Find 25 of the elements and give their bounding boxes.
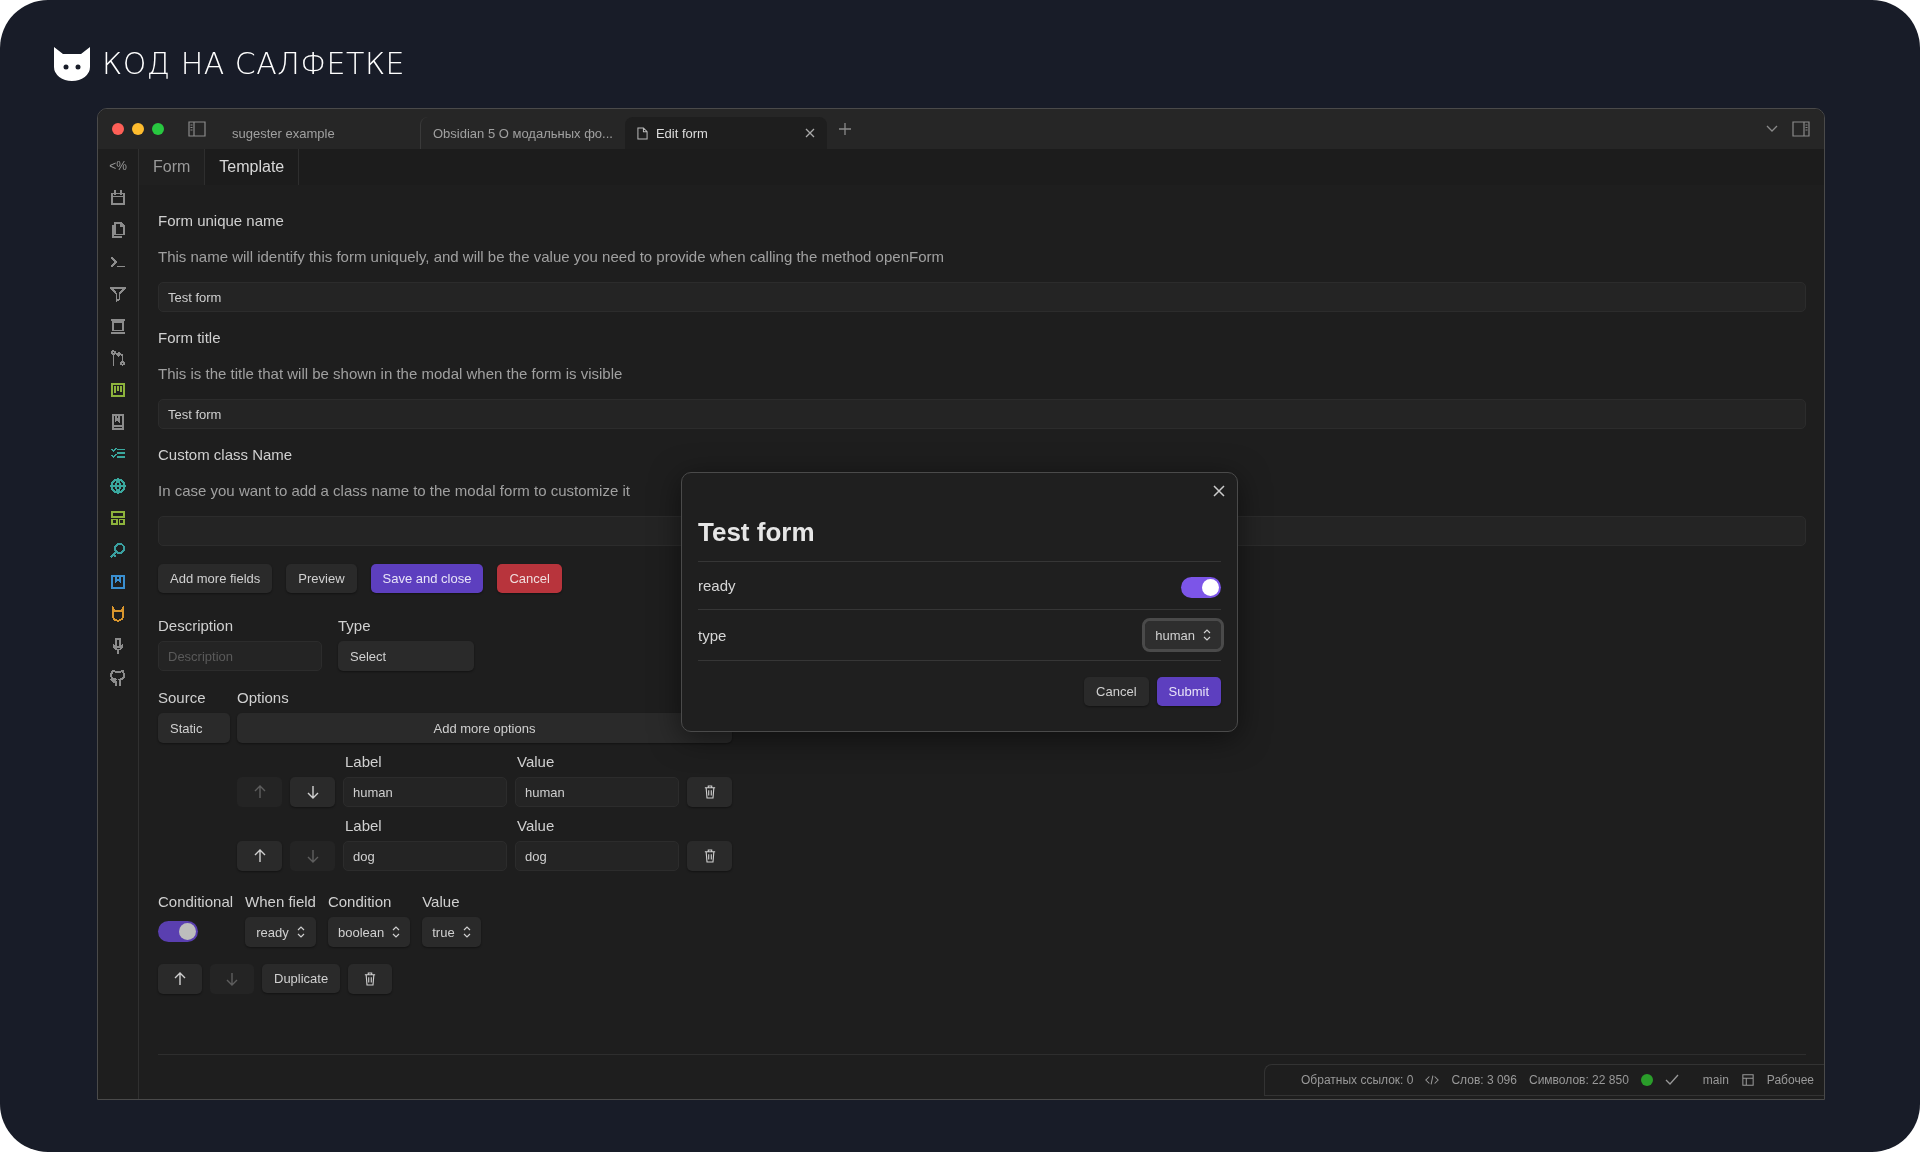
character-count: Символов: 22 850 — [1529, 1073, 1629, 1087]
modal-title: Test form — [698, 517, 816, 548]
brand-name: КОД НА САЛФЕТКЕ — [102, 45, 406, 81]
column-heading: Value — [517, 817, 555, 834]
field-label: Source — [158, 689, 207, 706]
setting-description: This name will identify this form uniquely, and will be the value you need to provide when calling the method openForm — [158, 248, 944, 265]
field-label: Type — [338, 617, 372, 634]
setting-label: Form title — [158, 329, 221, 346]
field-label: ready — [698, 577, 736, 594]
setting-label: Form unique name — [158, 212, 284, 229]
field-label: type — [698, 626, 727, 644]
field-label: Value — [422, 893, 461, 910]
setting-description: This is the title that will be shown in the modal when the form is visible — [158, 365, 623, 382]
field-label: When field — [245, 893, 316, 910]
word-count: Слов: 3 096 — [1451, 1073, 1517, 1087]
setting-label: Custom class Name — [158, 446, 293, 463]
field-label: Description — [158, 617, 235, 634]
setting-description: In case you want to add a class name to the modal form to customize it — [158, 482, 630, 499]
column-heading: Value — [517, 753, 555, 770]
field-label: Options — [237, 689, 290, 706]
backlinks-count: Обратных ссылок: 0 — [1301, 1073, 1414, 1087]
field-label: Conditional — [158, 893, 234, 910]
field-label: Condition — [327, 893, 393, 910]
column-heading: Label — [345, 817, 383, 834]
column-heading: Label — [345, 753, 383, 770]
